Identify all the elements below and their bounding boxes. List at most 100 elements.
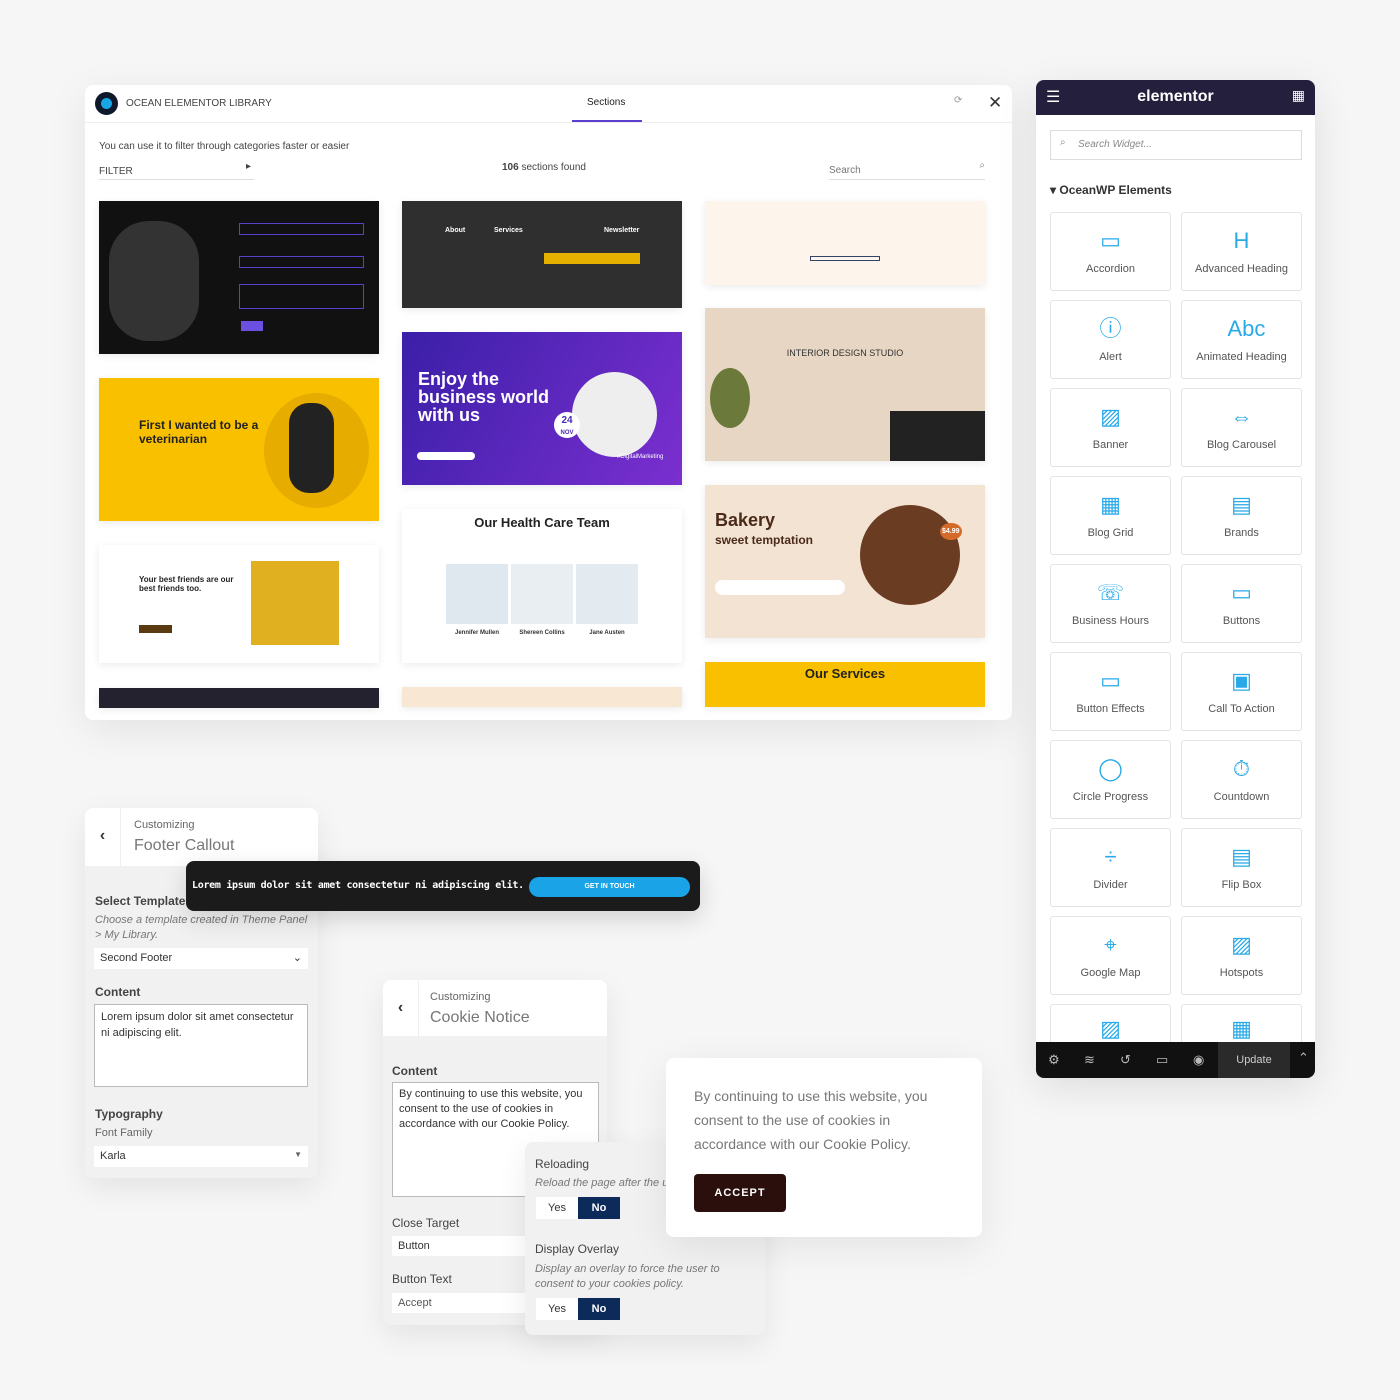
widget-tile-blog-grid[interactable]: ▦ Blog Grid <box>1050 476 1171 555</box>
sync-icon[interactable]: ⟳ <box>954 95 962 106</box>
animated-heading-icon: Abc <box>1227 316 1266 341</box>
thumb-partial[interactable] <box>99 688 379 708</box>
apps-grid-icon[interactable]: ▦ <box>1292 87 1305 104</box>
widget-tile-brands[interactable]: ▤ Brands <box>1181 476 1302 555</box>
accordion-icon: ▭ <box>1100 228 1121 253</box>
widget-tile-call-to-action[interactable]: ▣ Call To Action <box>1181 652 1302 731</box>
widget-label: Banner <box>1092 439 1129 451</box>
widget-label: Blog Grid <box>1087 527 1134 539</box>
widget-tile-google-map[interactable]: ⌖ Google Map <box>1050 916 1171 995</box>
business-hours-icon: ☏ <box>1096 580 1125 605</box>
navigator-layers-icon[interactable]: ≋ <box>1084 1052 1095 1068</box>
history-icon[interactable]: ↺ <box>1120 1052 1131 1068</box>
widget-label: Google Map <box>1080 967 1141 979</box>
doctor-name: Jane Austen <box>589 630 625 636</box>
widget-label: Buttons <box>1222 615 1261 627</box>
thumb-friends-title: Your best friends are our best friends t… <box>139 575 234 593</box>
widget-tile-divider[interactable]: ÷ Divider <box>1050 828 1171 907</box>
elementor-logo: elementor <box>1137 88 1214 105</box>
widget-label: Animated Heading <box>1196 351 1287 363</box>
widget-tile-banner[interactable]: ▨ Banner <box>1050 388 1171 467</box>
content-textarea[interactable]: Lorem ipsum dolor sit amet consectetur n… <box>94 1004 308 1087</box>
widget-label: Business Hours <box>1071 615 1150 627</box>
typography-label: Typography <box>95 1107 163 1121</box>
count-text: sections found <box>521 162 586 173</box>
filter-dropdown[interactable]: FILTER ▸ <box>99 161 254 180</box>
widget-label: Accordion <box>1086 263 1135 275</box>
thumb-footer[interactable]: About Services Newsletter <box>402 201 682 308</box>
thumb-business[interactable]: Enjoy the business world with us 24 NOV #… <box>402 332 682 485</box>
blog-grid-icon: ▦ <box>1100 492 1121 517</box>
cookie-popup: By continuing to use this website, you c… <box>666 1058 982 1237</box>
buttons-icon: ▭ <box>1231 580 1252 605</box>
widget-tile-hotspots[interactable]: ▨ Hotspots <box>1181 916 1302 995</box>
settings-gear-icon[interactable]: ⚙ <box>1048 1052 1060 1068</box>
update-button[interactable]: Update <box>1218 1042 1290 1078</box>
overlay-no[interactable]: No <box>578 1298 620 1320</box>
preview-eye-icon[interactable]: ◉ <box>1193 1052 1204 1068</box>
customizing-label: Customizing <box>134 819 195 831</box>
widget-tile-alert[interactable]: ⓘ Alert <box>1050 300 1171 379</box>
library-search[interactable]: Search ⌕ <box>829 160 985 180</box>
button-text-label: Button Text <box>392 1272 452 1286</box>
circle-progress-icon: ◯ <box>1098 756 1123 781</box>
reloading-toggle: Yes No <box>536 1197 620 1219</box>
widget-tile-countdown[interactable]: ⏱ Countdown <box>1181 740 1302 819</box>
tab-sections[interactable]: Sections <box>587 97 625 108</box>
thumb-bakery-sub: sweet temptation <box>715 533 814 547</box>
widget-tile-animated-heading[interactable]: Abc Animated Heading <box>1181 300 1302 379</box>
widget-tile-accordion[interactable]: ▭ Accordion <box>1050 212 1171 291</box>
chevron-down-icon: ⌄ <box>292 952 302 964</box>
thumb-veterinarian[interactable]: First I wanted to be a veterinarian <box>99 378 379 521</box>
back-chevron-icon[interactable]: ‹ <box>85 808 121 866</box>
category-oceanwp[interactable]: ▾ OceanWP Elements <box>1050 183 1172 197</box>
close-icon[interactable]: ✕ <box>988 93 1002 113</box>
panel-title: Footer Callout <box>134 837 235 854</box>
overlay-yes[interactable]: Yes <box>536 1298 578 1320</box>
widget-tile-advanced-heading[interactable]: H Advanced Heading <box>1181 212 1302 291</box>
doctor-name: Shereen Collins <box>519 630 565 636</box>
thumb-services: Services <box>494 227 523 234</box>
widget-label: Blog Carousel <box>1206 439 1277 451</box>
thumb-services-title: Our Services <box>804 666 886 681</box>
font-family-select[interactable]: Karla ▼ <box>94 1146 308 1167</box>
thumb-partial[interactable] <box>402 687 682 707</box>
thumb-light-footer[interactable] <box>705 201 985 285</box>
select-template-label: Select Template <box>95 894 186 908</box>
library-window: OCEAN ELEMENTOR LIBRARY Sections ⟳ ✕ You… <box>85 85 1012 720</box>
thumb-contact-dark[interactable] <box>99 201 379 354</box>
button-effects-icon: ▭ <box>1100 668 1121 693</box>
widget-tile-circle-progress[interactable]: ◯ Circle Progress <box>1050 740 1171 819</box>
content-label: Content <box>392 1064 438 1078</box>
search-icon: ⌕ <box>1060 137 1066 148</box>
thumb-bakery[interactable]: Bakery sweet temptation $4.99 <box>705 485 985 638</box>
accept-button[interactable]: ACCEPT <box>694 1174 786 1212</box>
widget-search-input[interactable]: ⌕ Search Widget... <box>1050 130 1302 160</box>
thumb-our-services[interactable]: Our Services <box>705 662 985 707</box>
reloading-yes[interactable]: Yes <box>536 1197 578 1219</box>
thumb-health[interactable]: Our Health Care Team Jennifer Mullen She… <box>402 509 682 663</box>
widget-tile-partial[interactable]: ▦ <box>1181 1004 1302 1044</box>
chevron-up-icon[interactable]: ⌃ <box>1298 1050 1309 1066</box>
template-select[interactable]: Second Footer ⌄ <box>94 948 308 969</box>
widget-tile-flip-box[interactable]: ▤ Flip Box <box>1181 828 1302 907</box>
search-icon: ⌕ <box>979 160 985 171</box>
advanced-heading-icon: H <box>1233 228 1250 253</box>
responsive-mode-icon[interactable]: ▭ <box>1156 1052 1168 1068</box>
search-placeholder: Search Widget... <box>1078 139 1152 150</box>
widget-tile-buttons[interactable]: ▭ Buttons <box>1181 564 1302 643</box>
widget-tile-blog-carousel[interactable]: ⇔ Blog Carousel <box>1181 388 1302 467</box>
back-chevron-icon[interactable]: ‹ <box>383 980 419 1038</box>
doctor-name: Jennifer Mullen <box>454 630 499 636</box>
widget-tile-button-effects[interactable]: ▭ Button Effects <box>1050 652 1171 731</box>
thumb-friends[interactable]: Your best friends are our best friends t… <box>99 545 379 663</box>
widget-tile-partial[interactable]: ▨ <box>1050 1004 1171 1044</box>
widget-tile-business-hours[interactable]: ☏ Business Hours <box>1050 564 1171 643</box>
widget-label: Advanced Heading <box>1195 263 1288 275</box>
filter-hint: You can use it to filter through categor… <box>99 141 350 152</box>
panel-header: ‹ Customizing Cookie Notice <box>383 980 607 1038</box>
thumb-interior[interactable]: INTERIOR DESIGN STUDIO <box>705 308 985 461</box>
get-in-touch-button[interactable]: GET IN TOUCH <box>529 877 690 897</box>
library-header: OCEAN ELEMENTOR LIBRARY Sections ⟳ ✕ <box>85 85 1012 123</box>
reloading-no[interactable]: No <box>578 1197 620 1219</box>
